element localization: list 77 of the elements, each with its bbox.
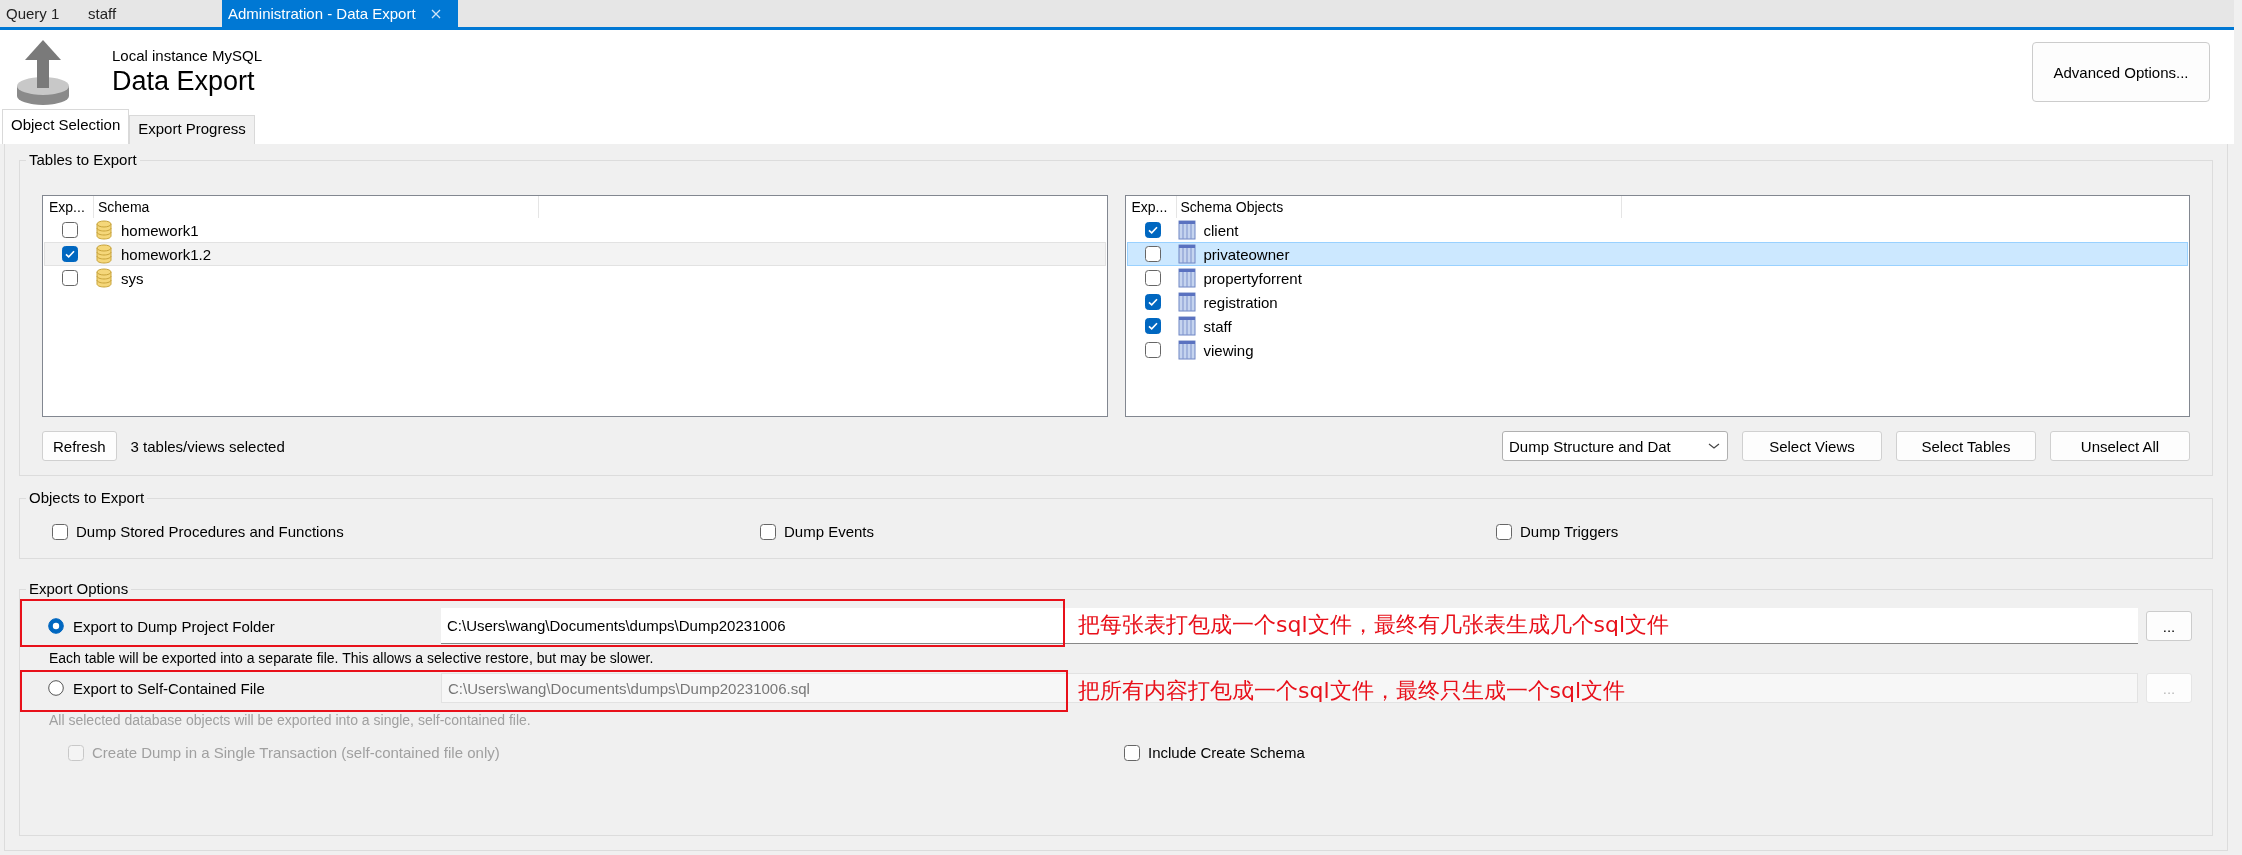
browse-button[interactable]: ... <box>2146 611 2192 641</box>
checkbox[interactable] <box>62 222 78 238</box>
radio-label: Export to Self-Contained File <box>73 679 265 697</box>
database-icon <box>95 220 113 240</box>
item-name: client <box>1203 221 1239 239</box>
list-row[interactable]: sys <box>44 266 1106 290</box>
table-icon <box>1177 292 1196 312</box>
item-name: viewing <box>1203 341 1254 359</box>
dump-mode-dropdown[interactable]: Dump Structure and Dat <box>1502 431 1728 461</box>
caret-icon <box>1707 441 1721 451</box>
checkbox[interactable] <box>1124 744 1140 761</box>
checkbox[interactable] <box>62 246 78 262</box>
list-row[interactable]: registration <box>1126 290 2188 314</box>
tab[interactable]: Object Selection <box>2 109 130 144</box>
radio-label: Export to Dump Project Folder <box>73 617 275 635</box>
radio-button[interactable] <box>48 618 64 634</box>
checkbox[interactable] <box>1144 342 1161 358</box>
checkbox-label: Dump Triggers <box>1520 523 1619 540</box>
item-name: registration <box>1203 293 1278 311</box>
checkbox[interactable] <box>1144 294 1161 310</box>
list-row[interactable]: homework1.2 <box>44 242 1106 266</box>
checkbox[interactable] <box>52 523 68 540</box>
list-row[interactable]: propertyforrent <box>1126 266 2188 290</box>
list-row[interactable]: staff <box>1126 314 2188 338</box>
checkbox[interactable] <box>1144 318 1161 334</box>
list-row[interactable]: viewing <box>1126 338 2188 362</box>
selection-count: 3 tables/views selected <box>130 437 285 455</box>
select-button[interactable]: Select Tables <box>1896 431 2036 461</box>
list-row[interactable]: privateowner <box>1126 242 2188 266</box>
table-icon <box>1177 244 1196 264</box>
item-name: homework1 <box>121 221 199 239</box>
checkbox-label: Include Create Schema <box>1148 744 1305 761</box>
table-icon <box>1177 220 1196 240</box>
checkbox[interactable] <box>1144 246 1161 262</box>
checkbox[interactable] <box>1496 523 1512 540</box>
column-header: Schema Objects <box>1176 196 1622 218</box>
database-icon <box>95 268 113 288</box>
checkbox-label: Dump Stored Procedures and Functions <box>76 523 344 540</box>
advanced-options-button[interactable]: Advanced Options... <box>2032 42 2210 102</box>
document-tab[interactable]: Administration - Data Export <box>222 0 458 27</box>
document-tab[interactable]: staff <box>82 0 164 27</box>
list-row[interactable]: client <box>1126 218 2188 242</box>
page-title: Data Export <box>112 66 256 97</box>
checkbox[interactable] <box>1144 222 1161 238</box>
checkbox[interactable] <box>760 523 776 540</box>
mode-description: Each table will be exported into a separate file. This allows a selective restore, but may be slower. <box>48 650 655 666</box>
item-name: privateowner <box>1203 245 1290 263</box>
group-title: Export Options <box>26 580 132 597</box>
table-icon <box>1177 340 1196 360</box>
checkbox[interactable] <box>1144 270 1161 286</box>
table-icon <box>1177 316 1196 336</box>
annotation-text: 把所有内容打包成一个sql文件，最终只生成一个sql文件 <box>1078 677 1626 705</box>
checkbox-label: Create Dump in a Single Transaction (self-contained file only) <box>92 744 500 761</box>
checkbox-label: Dump Events <box>784 523 875 540</box>
document-tab[interactable]: Query 1 <box>0 0 82 27</box>
column-header: Exp... <box>43 196 94 218</box>
database-icon <box>95 244 113 264</box>
checkbox[interactable] <box>62 270 78 286</box>
annotation-text: 把每张表打包成一个sql文件，最终有几张表生成几个sql文件 <box>1078 611 1670 639</box>
group-title: Tables to Export <box>26 151 140 168</box>
item-name: propertyforrent <box>1203 269 1302 287</box>
close-icon[interactable] <box>429 7 442 20</box>
column-header: Schema <box>94 196 539 218</box>
select-button[interactable]: Select Views <box>1742 431 1882 461</box>
item-name: staff <box>1203 317 1232 335</box>
connection-name: Local instance MySQL <box>112 47 264 64</box>
item-name: sys <box>121 269 144 287</box>
group-title: Objects to Export <box>26 489 148 506</box>
column-header: Exp... <box>1125 196 1177 218</box>
list-row[interactable]: homework1 <box>44 218 1106 242</box>
select-button[interactable]: Unselect All <box>2050 431 2190 461</box>
tab[interactable]: Export Progress <box>129 115 255 144</box>
radio-button[interactable] <box>48 680 64 696</box>
refresh-button[interactable]: Refresh <box>42 431 117 461</box>
mode-description: All selected database objects will be exported into a single, self-contained file. <box>48 712 532 728</box>
table-icon <box>1177 268 1196 288</box>
item-name: homework1.2 <box>121 245 212 263</box>
